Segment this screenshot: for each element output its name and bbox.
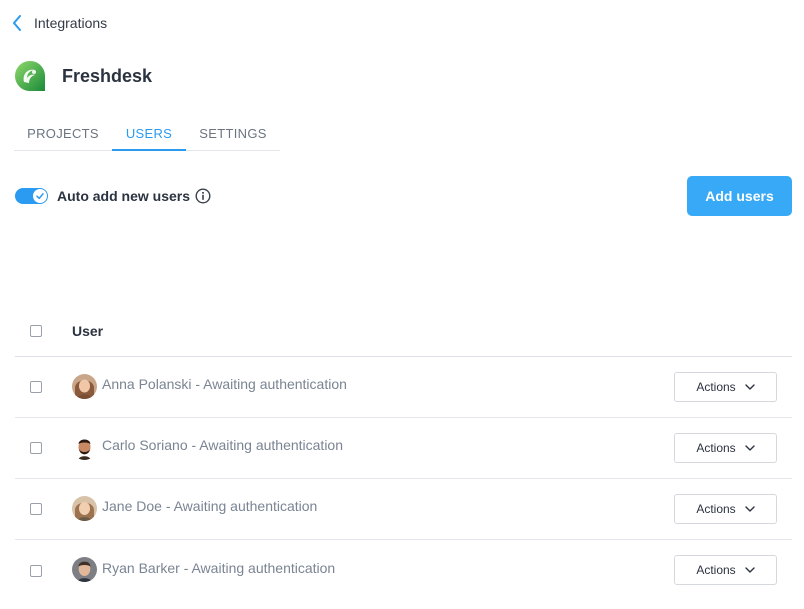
chevron-down-icon (744, 445, 755, 451)
user-name: Carlo Soriano - Awaiting authentication (102, 437, 344, 453)
tab-bar: PROJECTS USERS SETTINGS (14, 118, 280, 151)
row-checkbox[interactable] (30, 503, 42, 515)
actions-label: Actions (696, 380, 736, 394)
toggle-knob (33, 189, 47, 203)
table-row: Jane Doe - Awaiting authentication Actio… (15, 479, 792, 540)
add-users-button[interactable]: Add users (687, 176, 792, 216)
chevron-down-icon (744, 506, 755, 512)
auto-add-toggle[interactable] (15, 188, 48, 204)
avatar (72, 495, 97, 521)
check-icon (36, 193, 44, 200)
breadcrumb-label[interactable]: Integrations (34, 15, 107, 31)
table-row: Carlo Soriano - Awaiting authentication … (15, 418, 792, 479)
actions-label: Actions (696, 441, 736, 455)
actions-button[interactable]: Actions (674, 433, 777, 463)
tab-users[interactable]: USERS (112, 118, 186, 151)
select-all-checkbox[interactable] (30, 325, 42, 337)
chevron-down-icon (744, 567, 755, 573)
page-title: Freshdesk (62, 65, 153, 86)
app-header: Freshdesk (14, 60, 152, 92)
table-row: Ryan Barker - Awaiting authentication Ac… (15, 540, 792, 601)
row-checkbox[interactable] (30, 564, 42, 577)
user-name: Jane Doe - Awaiting authentication (102, 498, 318, 514)
row-checkbox[interactable] (30, 442, 42, 454)
actions-button[interactable]: Actions (674, 555, 777, 585)
row-checkbox[interactable] (30, 381, 42, 393)
avatar (72, 373, 97, 399)
breadcrumb[interactable]: Integrations (12, 12, 107, 34)
table-header: User (15, 306, 792, 357)
user-name: Anna Polanski - Awaiting authentication (102, 376, 347, 392)
auto-add-row: Auto add new users (15, 186, 211, 206)
freshdesk-logo (14, 60, 46, 92)
integration-page: Integrations Freshdesk PROJECTS USERS SE… (0, 0, 804, 609)
auto-add-label: Auto add new users (57, 188, 191, 204)
user-name: Ryan Barker - Awaiting authentication (102, 559, 336, 576)
table-row: Anna Polanski - Awaiting authentication … (15, 357, 792, 418)
users-table: User Anna Polanski - Awaiting authentica… (15, 306, 792, 601)
chevron-left-icon[interactable] (12, 15, 22, 31)
chevron-down-icon (744, 384, 755, 390)
actions-label: Actions (696, 502, 736, 516)
column-header-user: User (72, 323, 104, 339)
avatar (72, 557, 97, 582)
tab-settings[interactable]: SETTINGS (186, 118, 280, 151)
actions-label: Actions (696, 563, 736, 577)
actions-button[interactable]: Actions (674, 372, 777, 402)
actions-button[interactable]: Actions (674, 494, 777, 524)
tab-projects[interactable]: PROJECTS (14, 118, 112, 151)
avatar (72, 434, 97, 460)
info-icon[interactable] (195, 188, 211, 204)
